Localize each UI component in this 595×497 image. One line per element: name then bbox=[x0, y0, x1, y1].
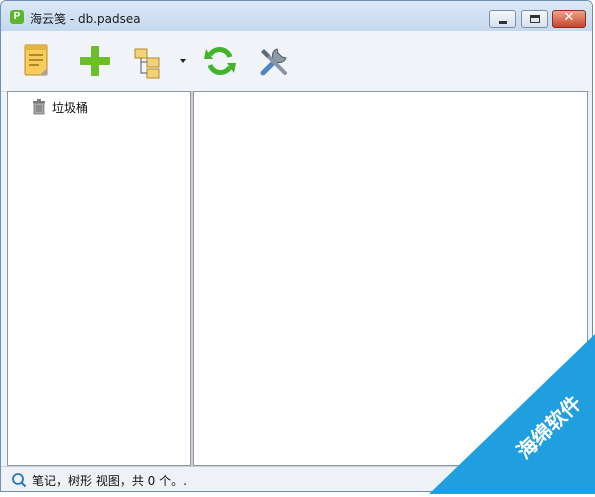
tools-icon bbox=[260, 48, 287, 76]
toolbar bbox=[1, 31, 592, 92]
note-icon bbox=[24, 44, 48, 76]
close-icon: ✕ bbox=[563, 10, 575, 25]
title-bar[interactable]: P 海云笺 - db.padsea ✕ bbox=[1, 1, 592, 31]
note-title-area[interactable] bbox=[193, 91, 588, 139]
tree-panel[interactable]: 垃圾桶 bbox=[7, 91, 191, 466]
search-icon[interactable] bbox=[11, 472, 27, 488]
maximize-button[interactable] bbox=[521, 10, 548, 28]
trash-icon bbox=[33, 99, 45, 115]
status-text: 笔记，树形 视图，共 0 个。. bbox=[32, 474, 187, 488]
note-content-area[interactable] bbox=[193, 138, 588, 466]
add-button[interactable] bbox=[75, 41, 115, 81]
minimize-button[interactable] bbox=[489, 10, 516, 28]
app-window: P 海云笺 - db.padsea ✕ 垃圾桶 笔记，树形 视图，共 0 个。. bbox=[0, 0, 593, 492]
add-icon bbox=[80, 46, 110, 76]
tree-item-label: 垃圾桶 bbox=[52, 101, 89, 115]
close-button[interactable]: ✕ bbox=[552, 10, 586, 28]
tree-view-button[interactable] bbox=[129, 41, 189, 81]
status-bar: 笔记，树形 视图，共 0 个。. bbox=[1, 466, 592, 491]
chevron-down-icon bbox=[180, 59, 186, 63]
refresh-icon bbox=[204, 47, 236, 75]
minimize-icon bbox=[499, 21, 507, 24]
maximize-icon bbox=[530, 15, 540, 23]
tree-view-icon bbox=[134, 48, 186, 79]
window-title: 海云笺 - db.padsea bbox=[30, 12, 141, 26]
refresh-button[interactable] bbox=[200, 41, 240, 81]
tools-button[interactable] bbox=[255, 41, 295, 81]
new-note-button[interactable] bbox=[18, 41, 58, 81]
app-icon: P bbox=[10, 10, 24, 24]
